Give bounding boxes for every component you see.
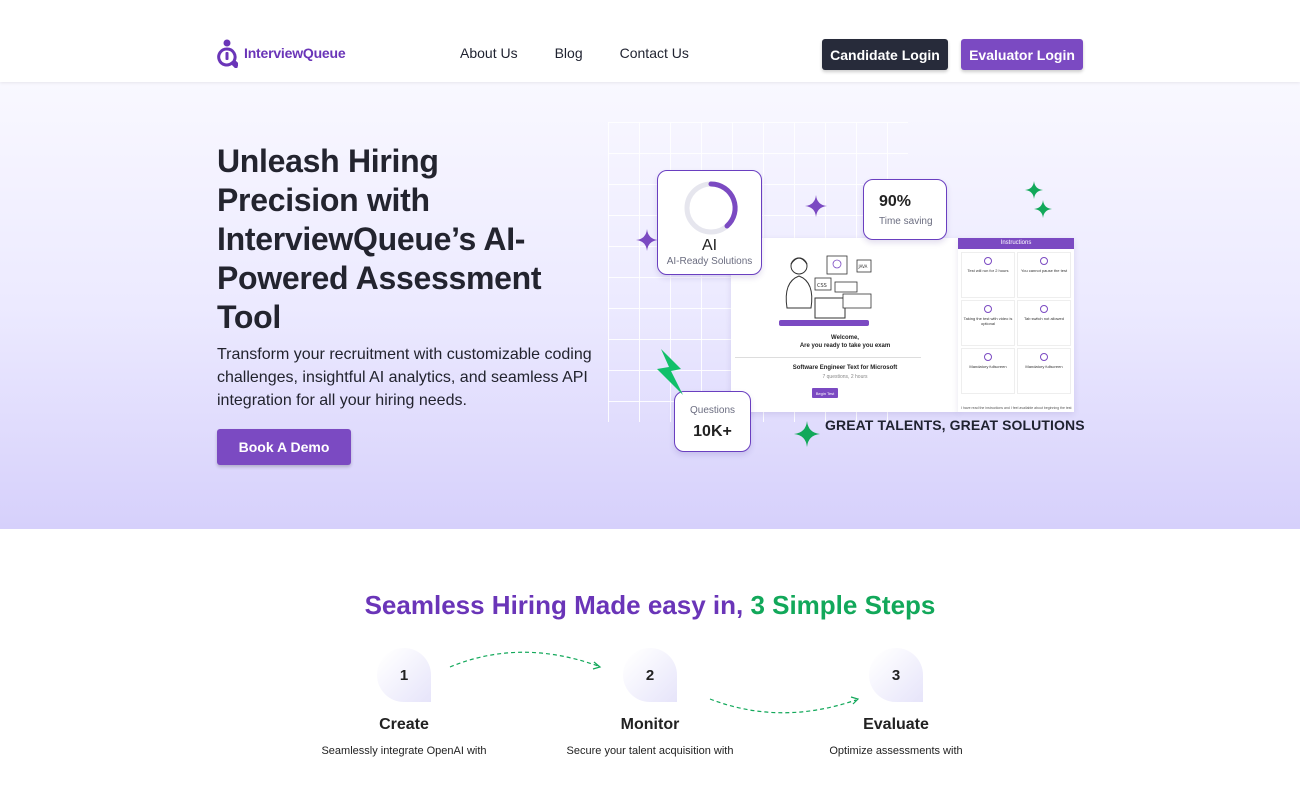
step-2-name: Monitor xyxy=(620,716,680,733)
step-3-name: Evaluate xyxy=(863,716,929,733)
brand-logo[interactable]: InterviewQueue xyxy=(216,38,346,68)
logo-icon xyxy=(217,39,238,68)
evaluator-login-button[interactable]: Evaluator Login xyxy=(961,39,1083,70)
step-2-badge: 2 xyxy=(623,648,677,702)
step-1-description: Seamlessly integrate OpenAI with xyxy=(321,745,487,757)
top-navbar: InterviewQueue About Us Blog Contact Us … xyxy=(0,0,1300,82)
nav-link-blog[interactable]: Blog xyxy=(555,45,583,61)
step-1-name: Create xyxy=(379,716,429,733)
nav-links: About Us Blog Contact Us xyxy=(460,45,689,61)
candidate-login-button[interactable]: Candidate Login xyxy=(822,39,948,70)
nav-link-contact[interactable]: Contact Us xyxy=(620,45,689,61)
step-2-description: Secure your talent acquisition with xyxy=(566,745,734,757)
brand-name: InterviewQueue xyxy=(244,45,346,61)
step-1-badge: 1 xyxy=(377,648,431,702)
step-3-description: Optimize assessments with xyxy=(829,745,963,757)
step-3-badge: 3 xyxy=(869,648,923,702)
nav-link-about[interactable]: About Us xyxy=(460,45,518,61)
